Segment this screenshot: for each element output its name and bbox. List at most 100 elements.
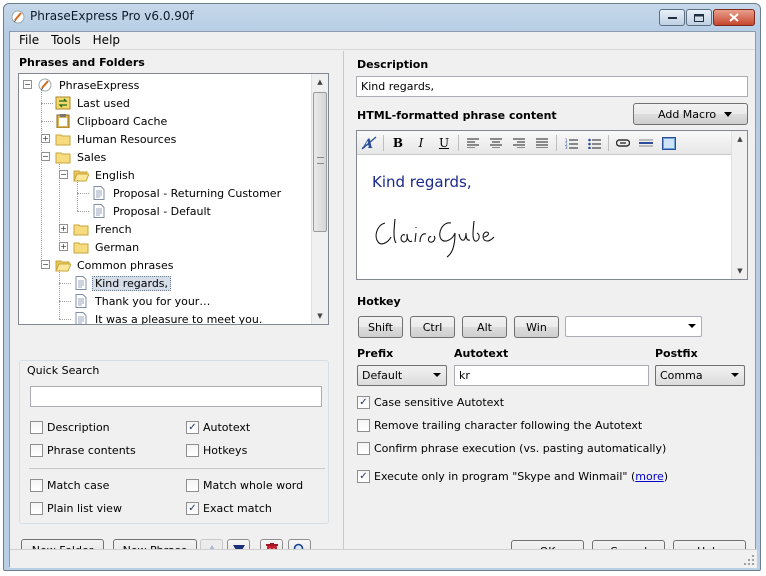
phrase-option[interactable]: Confirm phrase execution (vs. pasting au… bbox=[357, 442, 666, 455]
tree-item[interactable]: Proposal - Returning Customer bbox=[91, 184, 284, 202]
document-icon bbox=[91, 204, 107, 218]
tree-item[interactable]: Clipboard Cache bbox=[55, 112, 170, 130]
scroll-down-icon[interactable]: ▼ bbox=[312, 308, 328, 324]
tree-item[interactable]: French bbox=[73, 220, 135, 238]
checkbox[interactable] bbox=[357, 419, 370, 432]
horizontal-rule-icon[interactable] bbox=[638, 135, 654, 151]
folder-open-icon bbox=[55, 258, 72, 272]
italic-icon[interactable]: I bbox=[413, 135, 429, 151]
tree-item[interactable]: Kind regards, bbox=[73, 274, 172, 292]
underline-icon[interactable]: U bbox=[436, 135, 452, 151]
tree-item[interactable]: Thank you for your… bbox=[73, 292, 213, 310]
autotext-input[interactable]: kr bbox=[454, 365, 649, 386]
win-button[interactable]: Win bbox=[514, 316, 559, 338]
execute-only-checkbox[interactable]: ✓ bbox=[357, 470, 370, 483]
quick-search-input[interactable] bbox=[30, 386, 322, 407]
checkbox[interactable] bbox=[30, 502, 43, 515]
execute-only-option[interactable]: ✓ Execute only in program "Skype and Win… bbox=[357, 470, 668, 483]
tree-scrollbar[interactable]: ▲ ▼ bbox=[311, 74, 328, 324]
postfix-select[interactable]: Comma bbox=[655, 365, 745, 386]
tree-item[interactable]: German bbox=[73, 238, 142, 256]
phrase-option[interactable]: Remove trailing character following the … bbox=[357, 419, 642, 432]
checkbox[interactable] bbox=[186, 479, 199, 492]
tree-item[interactable]: Last used bbox=[55, 94, 133, 112]
tree-item[interactable]: It was a pleasure to meet you. bbox=[73, 310, 265, 324]
expand-icon[interactable]: + bbox=[59, 242, 68, 251]
collapse-icon[interactable]: − bbox=[59, 170, 68, 179]
bold-icon[interactable]: B bbox=[390, 135, 406, 151]
tree-item-label: Human Resources bbox=[77, 132, 177, 146]
bullet-list-icon[interactable] bbox=[586, 135, 602, 151]
search-option-label: Plain list view bbox=[47, 502, 122, 515]
tree-item[interactable]: Sales bbox=[55, 148, 109, 166]
maximize-button[interactable] bbox=[686, 9, 712, 26]
menu-help[interactable]: Help bbox=[87, 32, 126, 49]
scroll-up-icon[interactable]: ▲ bbox=[312, 74, 328, 90]
phrase-tree[interactable]: PhraseExpress − Last used Clipboard Cache Hu… bbox=[18, 73, 329, 325]
tree-item[interactable]: Common phrases bbox=[55, 256, 177, 274]
link-icon[interactable] bbox=[615, 135, 631, 151]
phrase-option[interactable]: ✓ Case sensitive Autotext bbox=[357, 396, 504, 409]
menu-file[interactable]: File bbox=[13, 32, 45, 49]
align-right-icon[interactable] bbox=[511, 135, 527, 151]
checkbox[interactable]: ✓ bbox=[357, 396, 370, 409]
search-option[interactable]: Match whole word bbox=[186, 479, 303, 492]
search-option[interactable]: ✓ Exact match bbox=[186, 502, 272, 515]
collapse-icon[interactable]: − bbox=[41, 260, 50, 269]
align-left-icon[interactable] bbox=[465, 135, 481, 151]
client-area: File Tools Help Phrases and Folders Phra… bbox=[9, 31, 757, 568]
checkbox[interactable]: ✓ bbox=[186, 502, 199, 515]
scroll-thumb[interactable] bbox=[313, 92, 327, 232]
alt-button[interactable]: Alt bbox=[462, 316, 507, 338]
phrases-folders-heading: Phrases and Folders bbox=[19, 56, 145, 69]
tree-item[interactable]: English bbox=[73, 166, 138, 184]
shift-button[interactable]: Shift bbox=[358, 316, 403, 338]
tree-item[interactable]: Human Resources bbox=[55, 130, 179, 148]
minimize-button[interactable] bbox=[659, 9, 685, 26]
tree-item-label: Sales bbox=[77, 150, 107, 164]
scroll-down-icon[interactable]: ▼ bbox=[732, 263, 748, 279]
expand-icon[interactable]: + bbox=[41, 134, 50, 143]
editor-scrollbar[interactable]: ▲ ▼ bbox=[731, 131, 747, 279]
checkbox[interactable] bbox=[30, 479, 43, 492]
search-option-label: Match whole word bbox=[203, 479, 304, 492]
checkbox[interactable] bbox=[357, 442, 370, 455]
menu-tools[interactable]: Tools bbox=[45, 32, 87, 49]
add-macro-button[interactable]: Add Macro bbox=[633, 103, 748, 125]
search-option[interactable]: Description bbox=[30, 421, 110, 434]
more-link[interactable]: more bbox=[635, 470, 664, 483]
expand-icon[interactable]: + bbox=[59, 224, 68, 233]
collapse-icon[interactable]: − bbox=[23, 80, 32, 89]
chevron-down-icon bbox=[731, 373, 739, 377]
tree-item[interactable]: PhraseExpress bbox=[37, 76, 142, 94]
checkbox[interactable] bbox=[30, 444, 43, 457]
image-icon[interactable] bbox=[661, 135, 677, 151]
checkbox[interactable] bbox=[186, 444, 199, 457]
clear-format-icon[interactable]: A bbox=[361, 135, 377, 151]
html-editor[interactable]: A B I U 123 bbox=[356, 130, 748, 280]
checkbox[interactable]: ✓ bbox=[186, 421, 199, 434]
menu-bar: File Tools Help bbox=[10, 32, 755, 50]
scroll-up-icon[interactable]: ▲ bbox=[732, 131, 748, 147]
search-option[interactable]: ✓ Autotext bbox=[186, 421, 250, 434]
numbered-list-icon[interactable]: 123 bbox=[563, 135, 579, 151]
ctrl-button[interactable]: Ctrl bbox=[410, 316, 455, 338]
tree-item[interactable]: Proposal - Default bbox=[91, 202, 214, 220]
collapse-icon[interactable]: − bbox=[41, 152, 50, 161]
resize-grip-icon[interactable] bbox=[743, 554, 755, 566]
align-center-icon[interactable] bbox=[488, 135, 504, 151]
close-window-button[interactable] bbox=[713, 9, 755, 26]
title-bar[interactable]: PhraseExpress Pro v6.0.90f bbox=[4, 4, 760, 30]
justify-icon[interactable] bbox=[534, 135, 550, 151]
search-option-label: Autotext bbox=[203, 421, 251, 434]
description-input[interactable]: Kind regards, bbox=[356, 76, 748, 97]
search-option-label: Match case bbox=[47, 479, 110, 492]
search-option[interactable]: Hotkeys bbox=[186, 444, 247, 457]
hotkey-key-select[interactable] bbox=[565, 316, 702, 337]
prefix-select[interactable]: Default bbox=[357, 365, 447, 386]
search-option[interactable]: Plain list view bbox=[30, 502, 122, 515]
search-option[interactable]: Phrase contents bbox=[30, 444, 136, 457]
autotext-label: Autotext bbox=[454, 347, 509, 360]
search-option[interactable]: Match case bbox=[30, 479, 109, 492]
checkbox[interactable] bbox=[30, 421, 43, 434]
